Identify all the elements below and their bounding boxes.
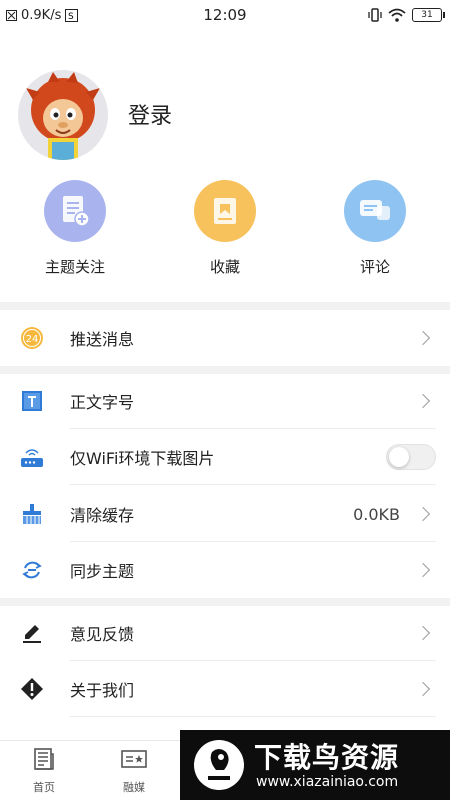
watermark-url: www.xiazainiao.com [256, 774, 399, 790]
media-icon [121, 750, 147, 768]
tab-home[interactable]: 首页 [14, 747, 74, 795]
settings-row-clear-cache[interactable]: 清除缓存 0.0KB [0, 486, 450, 542]
watermark-banner: 下载鸟资源 www.xiazainiao.com [180, 730, 450, 800]
toggle-knob [389, 447, 409, 467]
font-size-icon [20, 389, 44, 413]
wifi-images-toggle[interactable] [386, 444, 436, 470]
tab-label: 融媒 [123, 781, 145, 794]
quick-action-topic-follow[interactable]: 主题关注 [20, 180, 130, 277]
quick-action-bookmark[interactable]: 收藏 [170, 180, 280, 277]
chevron-right-icon [415, 625, 431, 641]
row-label: 仅WiFi环境下载图片 [70, 449, 215, 468]
status-bar: 0.9K/s S 12:09 31 [0, 0, 450, 30]
row-label: 清除缓存 [70, 506, 135, 525]
router-icon [20, 445, 44, 469]
push-badge-icon: 24 [20, 326, 44, 350]
chevron-right-icon [415, 681, 431, 697]
push-badge-count: 24 [26, 334, 39, 345]
bookmark-icon [194, 180, 256, 242]
chevron-right-icon [415, 393, 431, 409]
chevron-right-icon [415, 330, 431, 346]
settings-row-font-size[interactable]: 正文字号 [0, 373, 450, 429]
battery-icon: 31 [412, 8, 445, 22]
settings-row-sync-theme[interactable]: 同步主题 [0, 542, 450, 598]
home-news-icon [34, 748, 54, 770]
row-divider [70, 484, 436, 485]
settings-row-wifi-images[interactable]: 仅WiFi环境下载图片 [0, 429, 450, 485]
settings-row-about[interactable]: 关于我们 [0, 661, 450, 717]
pencil-icon [20, 621, 44, 645]
battery-level: 31 [421, 10, 433, 20]
status-right: 31 [368, 7, 445, 23]
row-label: 正文字号 [70, 393, 135, 412]
row-divider [70, 716, 436, 717]
profile-section[interactable]: 登录 [0, 60, 450, 170]
info-diamond-icon [20, 677, 44, 701]
topic-follow-icon [44, 180, 106, 242]
broom-icon [20, 502, 44, 526]
chevron-right-icon [415, 562, 431, 578]
tab-media[interactable]: 融媒 [104, 747, 164, 795]
row-label: 同步主题 [70, 562, 135, 581]
quick-action-label: 评论 [359, 258, 390, 276]
watermark-logo-icon [194, 740, 244, 790]
settings-row-push[interactable]: 24 推送消息 [0, 310, 450, 366]
row-label: 关于我们 [70, 681, 135, 700]
quick-actions: 主题关注 收藏 评论 [0, 180, 450, 290]
cache-size: 0.0KB [353, 504, 400, 524]
quick-action-label: 主题关注 [44, 258, 105, 276]
tab-label: 首页 [33, 781, 55, 794]
watermark-title: 下载鸟资源 [254, 741, 400, 774]
settings-row-feedback[interactable]: 意见反馈 [0, 605, 450, 661]
comment-icon [344, 180, 406, 242]
row-label: 推送消息 [70, 330, 135, 349]
sync-icon [20, 558, 44, 582]
chevron-right-icon [415, 506, 431, 522]
vibrate-icon [368, 8, 382, 22]
avatar[interactable] [18, 70, 108, 160]
wifi-icon [388, 8, 406, 22]
login-label[interactable]: 登录 [128, 98, 172, 130]
row-label: 意见反馈 [70, 625, 135, 644]
quick-action-comment[interactable]: 评论 [320, 180, 430, 277]
lion-avatar-icon [26, 72, 100, 160]
section-separator [0, 302, 450, 310]
quick-action-label: 收藏 [209, 258, 240, 276]
